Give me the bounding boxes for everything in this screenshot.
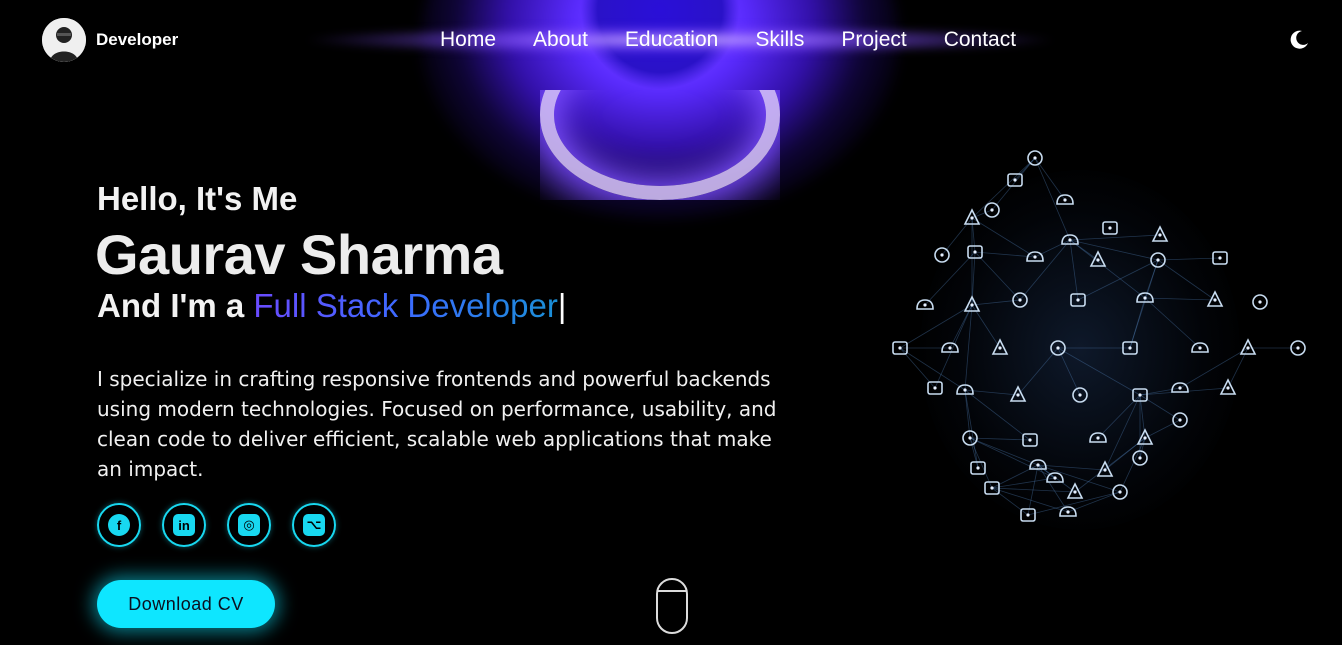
github-icon: ⌥	[303, 514, 325, 536]
facebook-icon: f	[108, 514, 130, 536]
social-links: f in ◎ ⌥	[97, 503, 336, 547]
moon-icon[interactable]	[1287, 28, 1311, 52]
tech-node-icon	[1151, 225, 1169, 242]
network-line	[924, 251, 976, 306]
scroll-down-indicator[interactable]	[656, 578, 688, 634]
tech-node-icon	[1027, 150, 1043, 166]
tech-node-icon	[1206, 290, 1224, 307]
nav-home[interactable]: Home	[440, 28, 496, 52]
download-cv-button[interactable]: Download CV	[97, 580, 275, 628]
hero-name: Gaurav Sharma	[95, 223, 503, 286]
network-line	[1037, 464, 1106, 471]
network-line	[1157, 257, 1221, 261]
tech-node-icon	[1171, 382, 1189, 393]
site-header: Developer Home About Education Skills Pr…	[0, 0, 1342, 84]
hero-greeting: Hello, It's Me	[97, 180, 298, 217]
role-prefix: And I'm a	[97, 287, 254, 324]
tech-node-icon	[1046, 472, 1064, 483]
network-line	[1144, 297, 1216, 301]
tech-node-icon	[1070, 293, 1086, 307]
tech-node-icon	[1252, 294, 1268, 310]
tech-node-icon	[1172, 412, 1188, 428]
network-line	[1019, 239, 1071, 301]
tech-node-icon	[1012, 292, 1028, 308]
tech-node-icon	[1102, 221, 1118, 235]
nav-project[interactable]: Project	[841, 28, 906, 52]
network-line	[1069, 234, 1161, 241]
network-line	[1037, 464, 1069, 513]
globe-network-graphic	[892, 150, 1306, 522]
network-line	[991, 157, 1036, 211]
typing-cursor: |	[557, 287, 567, 324]
network-line	[1157, 259, 1216, 301]
instagram-link[interactable]: ◎	[227, 503, 271, 547]
tech-node-icon	[1096, 460, 1114, 477]
network-line	[1129, 297, 1146, 349]
tech-node-icon	[1056, 194, 1074, 205]
facebook-link[interactable]: f	[97, 503, 141, 547]
network-line	[971, 217, 976, 253]
tech-node-icon	[984, 202, 1000, 218]
network-line	[1069, 239, 1079, 301]
network-line	[899, 347, 966, 391]
nav-about[interactable]: About	[533, 28, 588, 52]
nav-education[interactable]: Education	[625, 28, 718, 52]
tech-node-icon	[1089, 250, 1107, 267]
instagram-icon: ◎	[238, 514, 260, 536]
network-line	[991, 487, 1029, 516]
network-line	[1104, 394, 1141, 471]
main-nav: Home About Education Skills Project Cont…	[440, 28, 1053, 52]
tech-node-icon	[927, 381, 943, 395]
tech-node-icon	[1239, 338, 1257, 355]
network-line	[1017, 347, 1059, 396]
tech-node-icon	[916, 299, 934, 310]
network-line	[1144, 419, 1181, 439]
tech-node-icon	[1191, 342, 1209, 353]
network-line	[1144, 297, 1201, 349]
network-line	[974, 251, 1021, 301]
tech-node-icon	[1112, 484, 1128, 500]
hero-bio: I specialize in crafting responsive fron…	[97, 367, 777, 481]
network-line	[1074, 437, 1146, 493]
role-highlight: Full Stack Developer	[253, 287, 558, 324]
tech-node-icon	[1089, 432, 1107, 443]
linkedin-link[interactable]: in	[162, 503, 206, 547]
network-line	[1067, 491, 1121, 513]
github-link[interactable]: ⌥	[292, 503, 336, 547]
brand[interactable]: Developer	[42, 18, 178, 62]
tech-node-icon	[1066, 482, 1084, 499]
tech-node-icon	[1059, 506, 1077, 517]
nav-skills[interactable]: Skills	[755, 28, 804, 52]
network-line	[964, 389, 979, 469]
tech-node-icon	[941, 342, 959, 353]
tech-node-icon	[991, 338, 1009, 355]
network-line	[1057, 347, 1141, 396]
network-line	[969, 437, 1031, 441]
network-line	[974, 251, 1036, 258]
tech-node-icon	[1219, 378, 1237, 395]
network-line	[971, 157, 1036, 219]
linkedin-icon: in	[173, 514, 195, 536]
tech-globe-illustration	[880, 140, 1320, 550]
tech-node-icon	[934, 247, 950, 263]
brand-name: Developer	[96, 30, 179, 49]
hero-role-line: And I'm a Full Stack Developer|	[97, 287, 566, 325]
avatar	[42, 18, 86, 62]
nav-contact[interactable]: Contact	[944, 28, 1016, 52]
tech-node-icon	[1072, 387, 1088, 403]
tech-node-icon	[1020, 508, 1036, 522]
